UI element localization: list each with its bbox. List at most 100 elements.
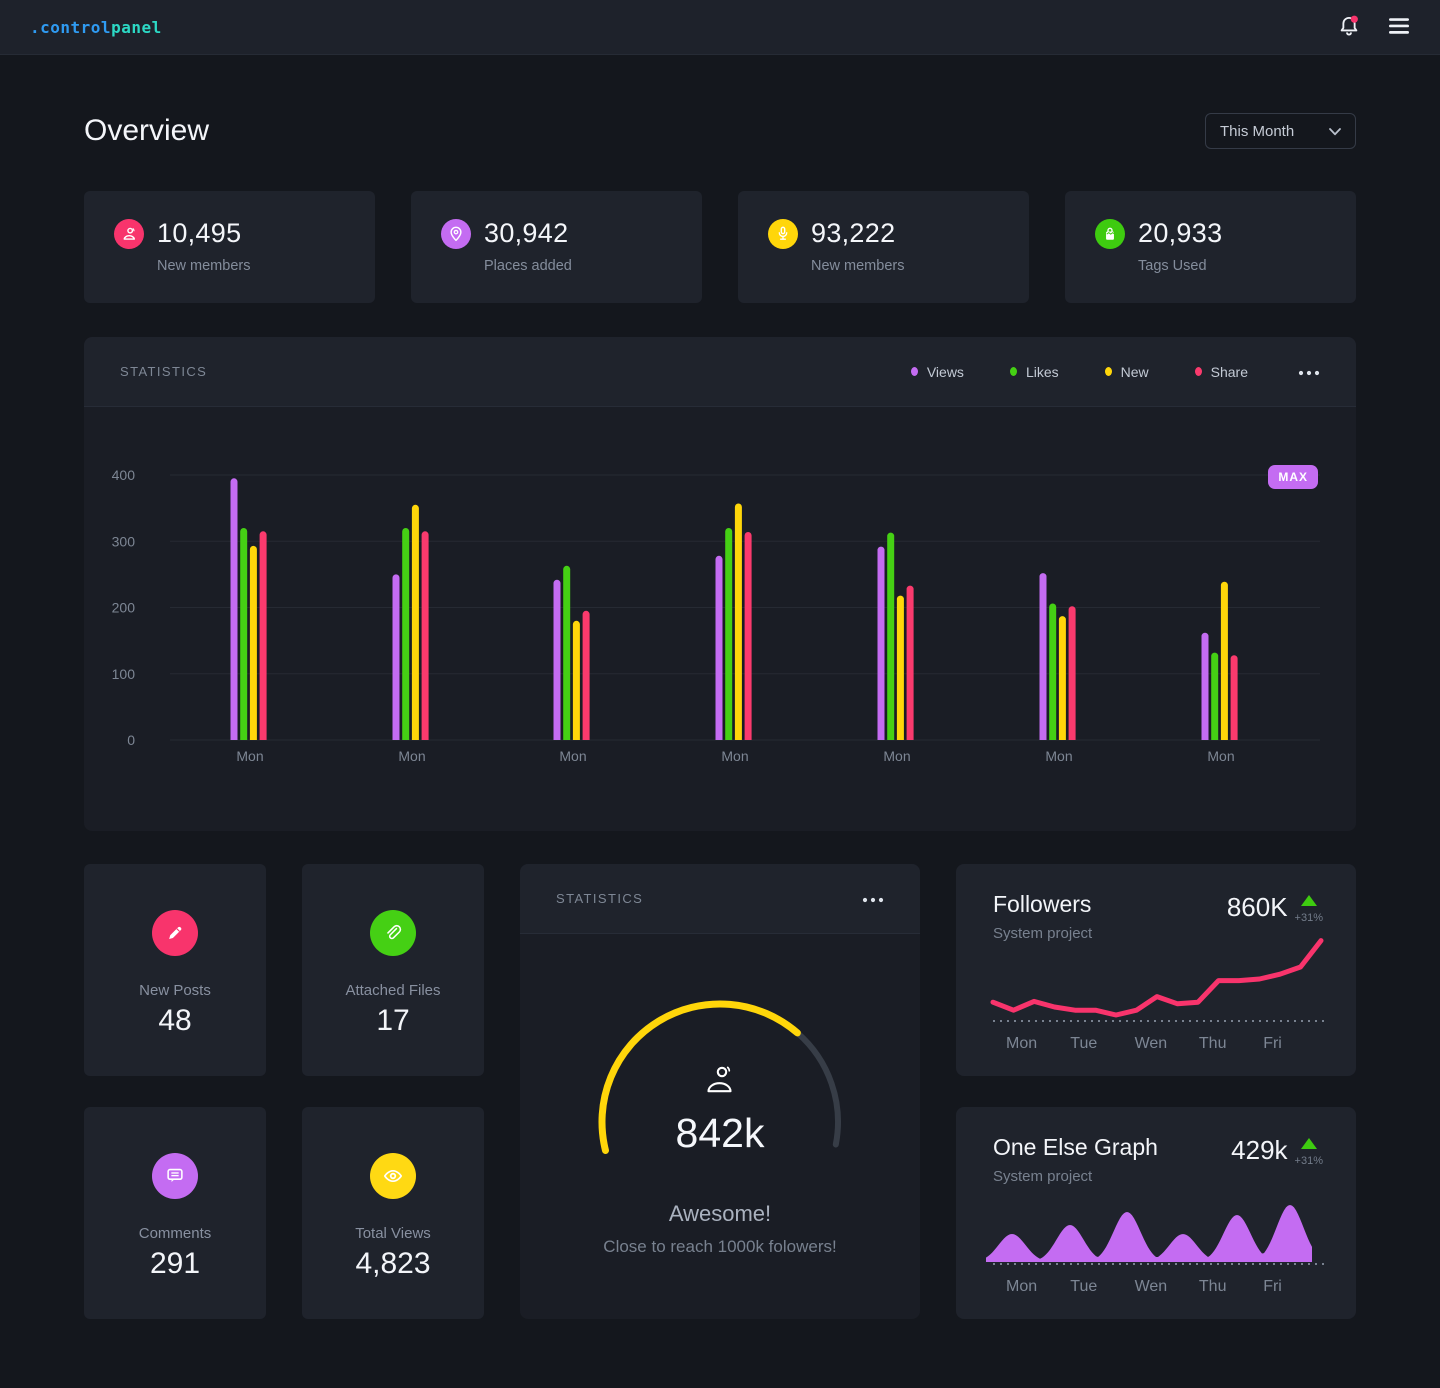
card-menu-button[interactable] [1298, 364, 1320, 379]
change-percent: +31% [1294, 912, 1323, 924]
chart-legend: Views Likes New Share [910, 364, 1248, 380]
card-subtitle: System project [993, 925, 1093, 942]
stat-card-tags-used: 20,933 Tags Used [1065, 191, 1356, 303]
svg-text:Mon: Mon [236, 748, 263, 764]
paperclip-icon [370, 910, 416, 956]
hamburger-menu-icon [1388, 17, 1410, 38]
ellipsis-icon [862, 891, 884, 906]
navbar-actions [1336, 13, 1410, 42]
stat-value: 20,933 [1138, 218, 1223, 248]
statistics-chart-card: STATISTICS Views Likes New Share 0 100 2… [84, 337, 1356, 831]
main-content: Overview This Month 10,495 New members 3… [0, 113, 1440, 1387]
mini-card-value: 291 [149, 1247, 201, 1280]
stat-value: 10,495 [157, 218, 242, 248]
notifications-button[interactable] [1336, 13, 1362, 42]
mini-card-total-views: Total Views 4,823 [302, 1107, 484, 1319]
mini-card-label: Total Views [355, 1225, 431, 1242]
stat-label: New members [157, 258, 251, 274]
eye-icon [370, 1153, 416, 1199]
one-else-value: 429k +31% [1231, 1135, 1323, 1167]
svg-text:Fri: Fri [1263, 1035, 1282, 1052]
logo-suffix: panel [111, 17, 162, 37]
mini-cards-column-2: Attached Files 17 Total Views 4,823 [302, 864, 484, 1319]
svg-text:Mon: Mon [1006, 1035, 1037, 1052]
legend-item-new[interactable]: New [1104, 364, 1149, 380]
mini-card-value: 17 [376, 1004, 410, 1037]
card-menu-button[interactable] [862, 891, 884, 906]
svg-text:400: 400 [112, 467, 136, 483]
stat-card-new-members-2: 93,222 New members [738, 191, 1029, 303]
legend-item-share[interactable]: Share [1194, 364, 1248, 380]
mini-card-attached-files: Attached Files 17 [302, 864, 484, 1076]
bar-chart: 0 100 200 300 400 Mon Mon Mon Mon Mon Mon Mon [112, 467, 1320, 764]
gauge-message: Awesome! [668, 1201, 772, 1226]
logo-prefix: .control [30, 17, 112, 37]
gauge-statistics-card: STATISTICS 842k Awesome! Close to reach … [520, 864, 920, 1319]
navbar: .controlpanel [0, 0, 1440, 55]
gauge-submessage: Close to reach 1000k folowers! [603, 1237, 837, 1256]
card-title: STATISTICS [556, 891, 644, 906]
stat-label: New members [811, 258, 905, 274]
svg-text:Mon: Mon [1207, 748, 1234, 764]
gauge-value: 842k [675, 1110, 765, 1156]
stat-label: Tags Used [1138, 258, 1207, 274]
svg-text:Mon: Mon [1006, 1278, 1037, 1295]
svg-text:Mon: Mon [559, 748, 586, 764]
period-dropdown[interactable]: This Month [1205, 113, 1356, 149]
triangle-up-icon [1300, 893, 1317, 911]
legend-dot [1194, 367, 1202, 376]
tag-icon [1095, 218, 1125, 249]
svg-text:Tue: Tue [1070, 1035, 1097, 1052]
bar-chart-plot: 0 100 200 300 400 Mon Mon Mon Mon Mon Mon Mon MAX [84, 407, 1356, 831]
svg-text:Tue: Tue [1070, 1278, 1097, 1295]
pencil-icon [152, 910, 198, 956]
person-icon [520, 1064, 920, 1100]
triangle-up-icon [1300, 1136, 1317, 1154]
svg-text:Wen: Wen [1135, 1278, 1168, 1295]
stat-cards-row: 10,495 New members 30,942 Places added 9… [84, 191, 1356, 303]
spark-cards-column: Followers System project 860K +31% Mon Tu… [956, 864, 1356, 1319]
legend-dot [910, 367, 918, 376]
mini-card-value: 48 [158, 1004, 192, 1037]
stat-value: 93,222 [811, 218, 896, 248]
svg-text:Wen: Wen [1135, 1035, 1168, 1052]
card-subtitle: System project [993, 1168, 1093, 1185]
period-dropdown-value: This Month [1220, 122, 1295, 140]
gauge-card-header: STATISTICS [520, 864, 920, 934]
max-badge: MAX [1268, 465, 1318, 489]
bottom-grid: New Posts 48 Comments 291 Attached Files… [84, 864, 1356, 1387]
followers-value: 860K +31% [1226, 892, 1323, 924]
card-title: STATISTICS [120, 364, 208, 379]
app-logo[interactable]: .controlpanel [30, 18, 162, 37]
legend-item-views[interactable]: Views [910, 364, 964, 380]
legend-dot [1104, 367, 1112, 376]
svg-text:Mon: Mon [1045, 748, 1072, 764]
location-pin-icon [441, 218, 471, 249]
card-title: Followers [993, 891, 1092, 917]
mini-card-label: New Posts [139, 982, 211, 999]
svg-text:Mon: Mon [883, 748, 910, 764]
statistics-card-header: STATISTICS Views Likes New Share [84, 337, 1356, 407]
stat-value: 30,942 [484, 218, 569, 248]
mini-card-value: 4,823 [355, 1247, 431, 1280]
stat-card-places-added: 30,942 Places added [411, 191, 702, 303]
change-percent: +31% [1294, 1155, 1323, 1167]
svg-text:Mon: Mon [721, 748, 748, 764]
legend-item-likes[interactable]: Likes [1009, 364, 1059, 380]
person-icon [114, 218, 144, 249]
followers-card: Followers System project 860K +31% Mon Tu… [956, 864, 1356, 1076]
mini-card-label: Comments [138, 1225, 212, 1242]
svg-text:Mon: Mon [398, 748, 425, 764]
svg-text:100: 100 [112, 666, 136, 682]
mini-cards-column-1: New Posts 48 Comments 291 [84, 864, 266, 1319]
ellipsis-icon [1298, 364, 1320, 379]
svg-text:300: 300 [112, 533, 136, 549]
page-head: Overview This Month [84, 113, 1356, 149]
svg-text:200: 200 [112, 600, 136, 616]
page-title: Overview [84, 114, 210, 147]
chevron-down-icon [1329, 123, 1341, 140]
svg-text:Thu: Thu [1199, 1035, 1227, 1052]
one-else-graph-card: One Else Graph System project 429k +31% … [956, 1107, 1356, 1319]
microphone-icon [768, 218, 798, 249]
hamburger-menu-button[interactable] [1388, 17, 1410, 38]
